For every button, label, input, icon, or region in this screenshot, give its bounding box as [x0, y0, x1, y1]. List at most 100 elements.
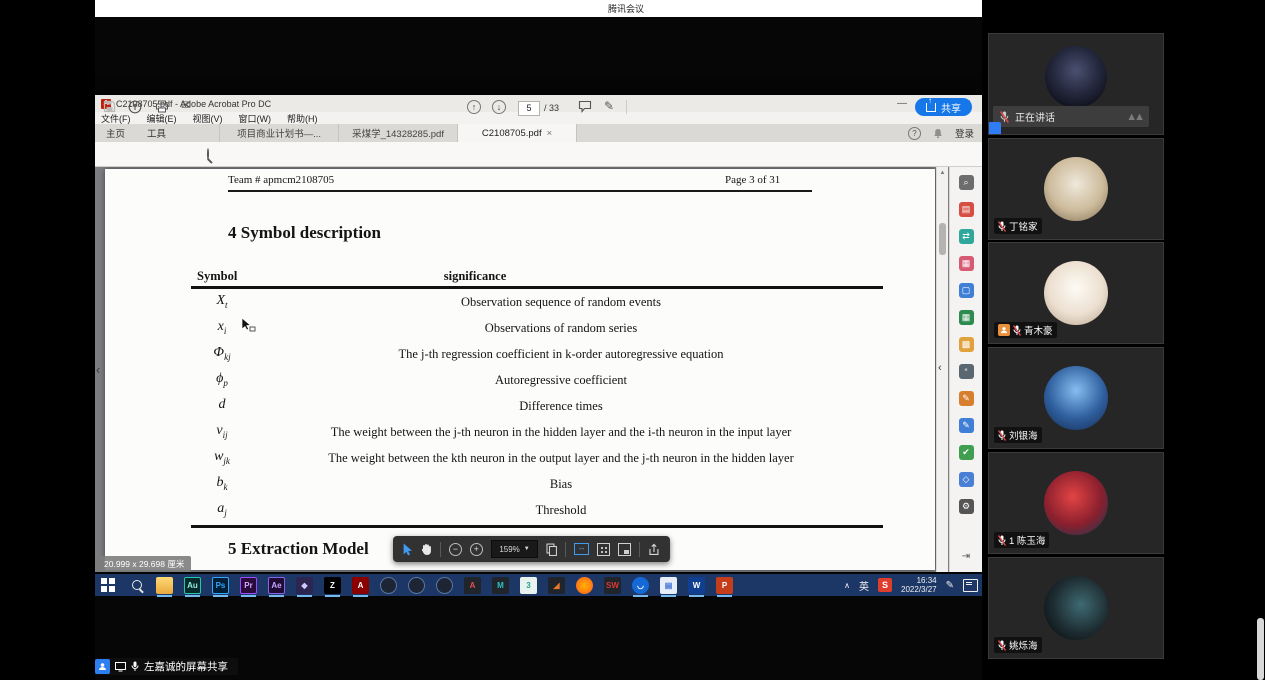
- share-button[interactable]: 共享: [915, 98, 972, 116]
- menu-view[interactable]: 视图(V): [193, 112, 223, 125]
- edit-pdf-icon[interactable]: ✎: [959, 418, 974, 433]
- panel-collapse-arrow-icon[interactable]: ‹: [938, 362, 942, 374]
- tab-tools[interactable]: 工具: [136, 124, 177, 142]
- print-icon[interactable]: [155, 100, 169, 113]
- export-pdf-icon[interactable]: ▤: [959, 202, 974, 217]
- help-icon[interactable]: ?: [908, 127, 921, 140]
- ime-indicator[interactable]: 英: [859, 578, 869, 593]
- hand-tool-icon[interactable]: [421, 543, 432, 556]
- page-down-icon[interactable]: ↓: [492, 100, 506, 114]
- system-tray: ∧ 英 S 16:34 2022/3/27 ✎: [844, 574, 978, 596]
- taskbar-app-jianying-icon[interactable]: ◆: [296, 577, 313, 594]
- tab-close-icon[interactable]: ×: [547, 128, 553, 139]
- taskbar-app-wps-doc-icon[interactable]: ▤: [660, 577, 677, 594]
- doc-tab-3-active[interactable]: C2108705.pdf ×: [457, 124, 577, 142]
- stamp-icon[interactable]: ✔: [959, 445, 974, 460]
- zoom-in-icon[interactable]: +: [470, 543, 483, 556]
- taskbar-app-premiere-icon[interactable]: Pr: [240, 577, 257, 594]
- login-link[interactable]: 登录: [955, 126, 974, 140]
- export-excel-icon[interactable]: ▦: [959, 310, 974, 325]
- acrobat-minimize-button[interactable]: —: [888, 95, 916, 112]
- menu-help[interactable]: 帮助(H): [287, 112, 318, 125]
- zoom-out-icon[interactable]: −: [449, 543, 462, 556]
- fit-width-icon[interactable]: ↔: [574, 543, 589, 555]
- save-icon[interactable]: [103, 100, 116, 113]
- comment-icon[interactable]: [578, 100, 592, 113]
- more-tools-icon[interactable]: ⚙: [959, 499, 974, 514]
- organize-pages-icon[interactable]: ▦: [959, 256, 974, 271]
- taskbar-app-autocad-icon[interactable]: A: [464, 577, 481, 594]
- tencent-meeting-logo-watermark: ▲▲: [1126, 111, 1142, 123]
- significance-cell: The weight between the j-th neuron in th…: [275, 425, 847, 440]
- taskbar-app-audition-icon[interactable]: Au: [184, 577, 201, 594]
- taskbar-app-circular-app-3-icon[interactable]: [436, 577, 453, 594]
- taskbar-app-word-icon[interactable]: W: [688, 577, 705, 594]
- scrollbar-thumb[interactable]: [939, 223, 946, 255]
- page-number-input[interactable]: 5: [518, 101, 540, 116]
- tab-home[interactable]: 主页: [95, 124, 136, 142]
- taskbar-app-acrobat-icon[interactable]: A: [352, 577, 369, 594]
- taskbar-app-powerpoint-icon[interactable]: P: [716, 577, 733, 594]
- fill-sign-icon[interactable]: ✎: [959, 391, 974, 406]
- bell-icon[interactable]: [933, 128, 943, 139]
- convert-pdf-icon[interactable]: ⇄: [959, 229, 974, 244]
- send-cloud-icon[interactable]: [128, 100, 142, 114]
- participant-tile-3[interactable]: 青木豪: [988, 242, 1164, 344]
- fit-page-icon[interactable]: [597, 543, 610, 556]
- taskbar-app-start-icon[interactable]: [100, 577, 117, 594]
- table-row: ϕp Autoregressive coefficient: [105, 371, 935, 397]
- menu-window[interactable]: 窗口(W): [239, 112, 272, 125]
- expand-panel-icon[interactable]: ⇥: [950, 551, 982, 562]
- email-icon[interactable]: ✉: [181, 98, 191, 112]
- fullscreen-icon[interactable]: [618, 543, 631, 556]
- page-header-left: Team # apmcm2108705: [228, 174, 334, 186]
- notification-center-icon[interactable]: [963, 579, 978, 592]
- protect-icon[interactable]: ◇: [959, 472, 974, 487]
- taskbar-app-app-3-icon[interactable]: 3: [520, 577, 537, 594]
- create-pdf-icon[interactable]: ▢: [959, 283, 974, 298]
- taskbar-app-file-explorer-icon[interactable]: [156, 577, 173, 594]
- tray-expand-icon[interactable]: ∧: [844, 581, 850, 590]
- taskbar-app-circular-app-1-icon[interactable]: [380, 577, 397, 594]
- participant-tile-2[interactable]: 丁铭家: [988, 138, 1164, 240]
- taskbar-app-thunder-icon[interactable]: ◡: [632, 577, 649, 594]
- menu-edit[interactable]: 编辑(E): [147, 112, 177, 125]
- taskbar-app-capcut-icon[interactable]: Z: [324, 577, 341, 594]
- taskbar-app-after-effects-icon[interactable]: Ae: [268, 577, 285, 594]
- taskbar-app-m-app-icon[interactable]: M: [492, 577, 509, 594]
- sidebar-scrollbar[interactable]: [1257, 618, 1264, 680]
- sogou-ime-icon[interactable]: S: [878, 578, 892, 592]
- taskbar-app-matlab-icon[interactable]: ◢: [548, 577, 565, 594]
- taskbar-clock[interactable]: 16:34 2022/3/27: [901, 576, 937, 594]
- taskbar-app-photoshop-icon[interactable]: Ps: [212, 577, 229, 594]
- comment-tool-icon[interactable]: “: [959, 364, 974, 379]
- taskbar-app-firefox-icon[interactable]: [576, 577, 593, 594]
- scroll-up-icon[interactable]: ▲: [937, 170, 948, 176]
- zoom-level-dropdown[interactable]: 159% ▼: [491, 540, 539, 558]
- speaking-indicator-bar: 正在讲话 ▲▲: [993, 106, 1149, 127]
- prev-page-arrow-icon[interactable]: ‹: [96, 362, 100, 377]
- avatar: [1044, 261, 1108, 325]
- taskbar-app-solidworks-icon[interactable]: SW: [604, 577, 621, 594]
- draw-pencil-icon[interactable]: ✎: [604, 99, 614, 113]
- clipboard-icon[interactable]: [546, 543, 557, 556]
- taskbar-app-circular-app-2-icon[interactable]: [408, 577, 425, 594]
- participant-tile-5[interactable]: 1 陈玉海: [988, 452, 1164, 554]
- select-tool-icon[interactable]: [403, 543, 413, 556]
- pen-input-icon[interactable]: ✎: [946, 580, 954, 591]
- page-up-icon[interactable]: ↑: [467, 100, 481, 114]
- tabbar-right-cluster: ? 登录: [908, 126, 974, 140]
- doc-tab-2[interactable]: 采煤学_14328285.pdf: [338, 124, 457, 142]
- divider: [440, 542, 441, 557]
- taskbar-app-search-icon[interactable]: [128, 577, 145, 594]
- search-tools-icon[interactable]: ⌕: [959, 175, 974, 190]
- search-icon[interactable]: [207, 148, 209, 160]
- participant-tile-6[interactable]: 姚烁海: [988, 557, 1164, 659]
- doc-tab-1[interactable]: 项目商业计划书—...: [219, 124, 338, 142]
- combine-files-icon[interactable]: ▩: [959, 337, 974, 352]
- share-up-icon[interactable]: [648, 543, 660, 556]
- participant-tile-1[interactable]: 正在讲话 ▲▲: [988, 33, 1164, 135]
- menu-file[interactable]: 文件(F): [101, 112, 131, 125]
- pdf-page[interactable]: Team # apmcm2108705 Page 3 of 31 4 Symbo…: [105, 169, 935, 570]
- participant-tile-4[interactable]: 刘银海: [988, 347, 1164, 449]
